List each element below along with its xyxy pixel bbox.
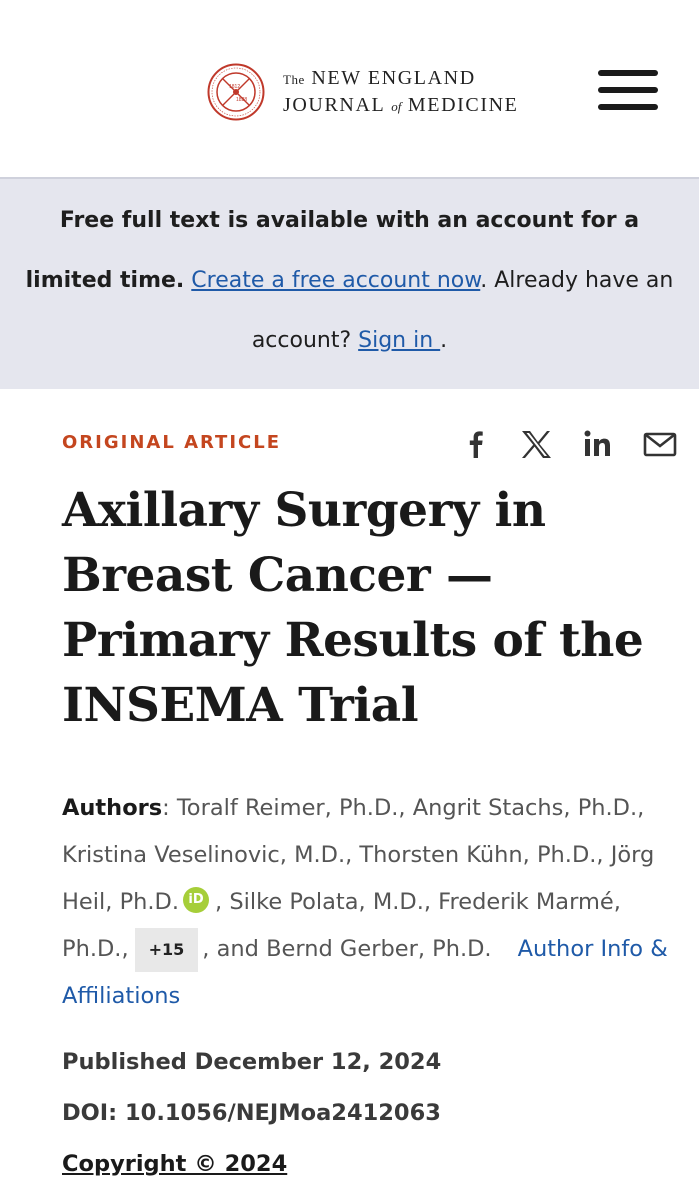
site-header: 1812 1828 The NEW ENGLAND JOURNAL of MED… <box>0 0 699 176</box>
hamburger-menu-icon[interactable] <box>598 70 660 112</box>
logo-the: The <box>283 72 305 87</box>
x-share-icon[interactable] <box>516 424 556 464</box>
authors-label: Authors <box>62 795 163 821</box>
journal-logo[interactable]: The NEW ENGLAND JOURNAL of MEDICINE <box>283 66 519 119</box>
create-account-link[interactable]: Create a free account now <box>191 268 480 293</box>
banner-end-text: . <box>440 328 448 353</box>
svg-text:1812: 1812 <box>229 84 240 90</box>
publication-info: Published December 12, 2024 DOI: 10.1056… <box>62 1037 441 1190</box>
doi-text: DOI: 10.1056/NEJMoa2412063 <box>62 1100 441 1126</box>
logo-medicine: MEDICINE <box>407 94 519 116</box>
svg-text:1828: 1828 <box>236 97 247 103</box>
published-date: Published December 12, 2024 <box>62 1049 442 1075</box>
logo-of: of <box>391 99 402 114</box>
article-title: Axillary Surgery in Breast Cancer — Prim… <box>62 483 644 733</box>
email-share-icon[interactable] <box>640 424 680 464</box>
facebook-share-icon[interactable] <box>456 424 496 464</box>
banner-message: Free full text is available with an acco… <box>20 191 679 371</box>
orcid-icon[interactable]: iD <box>183 887 210 913</box>
sign-in-link[interactable]: Sign in <box>358 328 440 353</box>
article-type-label: ORIGINAL ARTICLE <box>62 432 281 453</box>
more-authors-button[interactable]: +15 <box>134 927 199 972</box>
logo-new-england: NEW ENGLAND <box>311 67 476 89</box>
author-list: Authors: Toralf Reimer, Ph.D., Angrit St… <box>62 785 677 1020</box>
nejm-seal-icon[interactable]: 1812 1828 <box>207 63 265 121</box>
authors-text-3[interactable]: , and Bernd Gerber, Ph.D. <box>202 936 491 962</box>
logo-journal: JOURNAL <box>283 94 385 116</box>
linkedin-share-icon[interactable] <box>578 424 618 464</box>
copyright-link[interactable]: Copyright © 2024 <box>62 1139 441 1190</box>
